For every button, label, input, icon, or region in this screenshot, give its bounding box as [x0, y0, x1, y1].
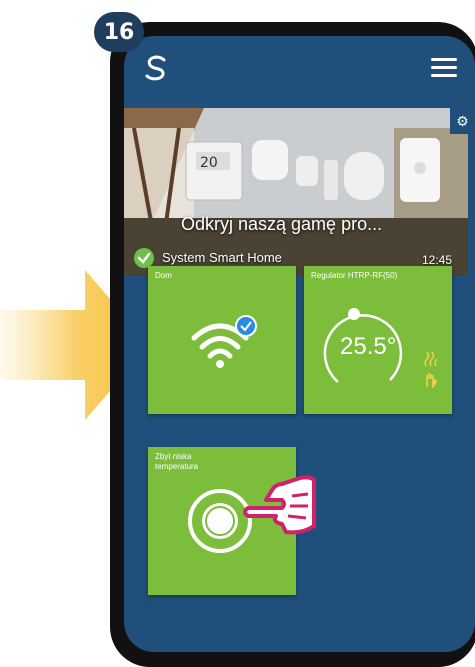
check-icon: [134, 248, 154, 268]
gear-icon[interactable]: ⚙: [450, 108, 475, 134]
hamburger-menu-icon[interactable]: [431, 58, 457, 77]
promo-banner[interactable]: 20 Odkryj naszą gamę pro... System Smart…: [124, 108, 468, 276]
tile-regulator[interactable]: Regulator HTRP-RF(50) 25.5°: [304, 266, 452, 414]
tile-label: Zbyt niska temperatura: [155, 452, 199, 471]
wifi-connected-icon: [191, 315, 257, 368]
tap-hand-icon: [243, 475, 316, 535]
step-number-badge: 16: [94, 12, 144, 52]
manual-hand-icon: [426, 373, 437, 388]
thermostat-display-text: 20: [200, 155, 218, 171]
salus-logo-icon[interactable]: [142, 54, 170, 82]
banner-time: 12:45: [421, 253, 452, 267]
tile-dom[interactable]: Dom: [148, 266, 296, 414]
app-screen: 20 Odkryj naszą gamę pro... System Smart…: [124, 36, 475, 652]
tile-label: Regulator HTRP-RF(50): [311, 271, 398, 280]
banner-title: Odkryj naszą gamę pro...: [181, 214, 383, 234]
top-bar: [124, 36, 475, 101]
banner-subtitle: System Smart Home: [162, 250, 282, 265]
temperature-value: 25.5°: [340, 333, 397, 360]
tile-label: Dom: [155, 271, 172, 280]
heating-waves-icon: [424, 351, 438, 367]
